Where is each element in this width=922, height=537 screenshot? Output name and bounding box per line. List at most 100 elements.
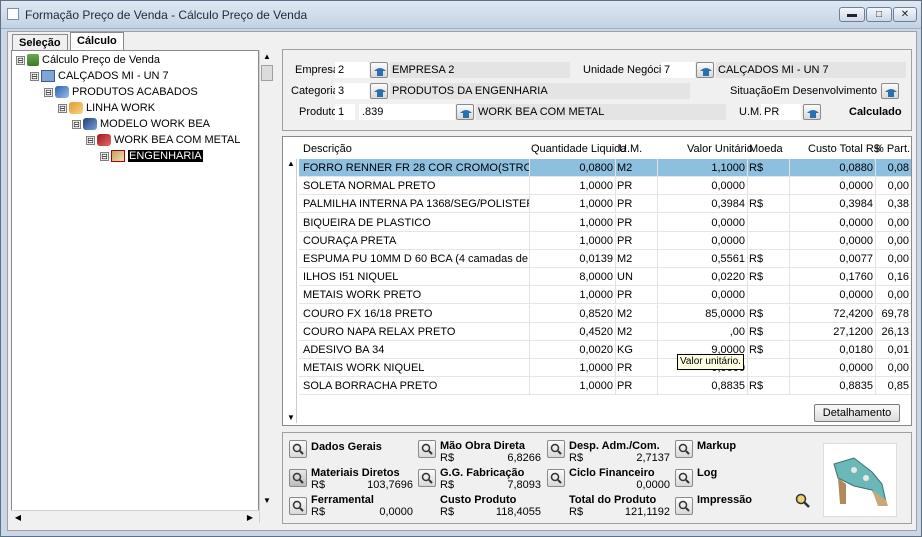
column-divider [657,177,658,196]
maximize-button[interactable]: □ [866,7,892,22]
shoe-icon [55,86,69,99]
empresa-code-input[interactable]: 2 [335,62,369,78]
table-row[interactable]: METAIS WORK NIQUEL1,0000PR0,00000,00000,… [299,359,911,378]
detalhamento-button[interactable]: Detalhamento [814,404,900,422]
tree-node-work-bea[interactable]: ⊟ WORK BEA COM METAL [86,133,240,148]
table-row[interactable]: ILHOS I51 NIQUEL 8,0000 UN 0,0220 R$ 0,1760 0,… [299,268,911,287]
empresa-lookup-button[interactable] [370,62,388,78]
main-window: Formação Preço de Venda - Cálculo Preço … [0,0,922,537]
row-scrollbar[interactable]: ▲ ▼ [287,159,297,423]
column-divider [529,322,530,341]
scroll-down-icon[interactable]: ▼ [287,413,295,422]
table-row[interactable]: COURO NAPA RELAX PRETO 0,4520 M2 ,00 R$ 27,12… [299,322,911,341]
scroll-thumb[interactable] [261,65,273,81]
window-title: Formação Preço de Venda - Cálculo Preço … [25,8,308,22]
table-row[interactable]: PALMILHA INTERNA PA 1368/SEG/POLISTEP(PL… [299,195,911,214]
col-header-valor-unitario[interactable]: Valor Unitário [687,143,753,155]
markup-magnifier-button[interactable] [675,440,693,458]
cell-um: PR [617,362,633,375]
tree-node-engenharia[interactable]: ⊟ ENGENHARIA [100,149,203,164]
table-row[interactable]: METAIS WORK PRETO 1,0000 PR 0,0000 0,0000 0,0… [299,286,911,305]
tree-vertical-scrollbar[interactable]: ▲ ▼ [259,50,274,523]
collapse-icon[interactable]: ⊟ [16,55,25,65]
table-row[interactable]: COURAÇA PRETA 1,0000 PR 0,0000 0,0000 0,00 [299,231,911,250]
cell-part: 69,78 [881,307,909,320]
cell-descricao: BIQUEIRA DE PLASTICO [303,216,431,229]
um-lookup-button[interactable] [803,104,821,120]
cell-valor-unitario: 0,0220 [711,271,745,284]
cell-part: 0,00 [887,180,909,193]
table-row[interactable]: ADESIVO BA 34 0,0020 KG 9,0000 R$ 0,0180 0,01 [299,341,911,359]
column-divider [747,213,748,232]
cell-quantidade: 1,0000 [579,234,613,247]
categoria-lookup-button[interactable] [370,83,388,99]
summary-panel: Dados Gerais Mão Obra Direta R$ 6,8266 D… [282,432,912,524]
tree-node-unidade[interactable]: ⊟ CALÇADOS MI - UN 7 [30,69,169,84]
scroll-left-icon[interactable]: ◀ [11,511,25,525]
ciclo-magnifier-button[interactable] [547,469,565,487]
collapse-icon[interactable]: ⊟ [30,71,39,81]
tree-node-linha[interactable]: ⊟ LINHA WORK [58,101,155,116]
unidade-lookup-button[interactable] [696,62,714,78]
desp-adm-magnifier-button[interactable] [547,440,565,458]
materiais-magnifier-button[interactable] [289,469,307,487]
tree-node-produtos[interactable]: ⊟ PRODUTOS ACABADOS [44,85,198,100]
table-row[interactable]: COURO FX 16/18 PRETO 0,8520 M2 85,0000 R$ 72,… [299,304,911,323]
col-header-descricao[interactable]: Descrição [303,143,352,155]
cell-part: 0,00 [887,234,909,247]
scroll-down-icon[interactable]: ▼ [260,494,274,508]
tree-node-modelo[interactable]: ⊟ MODELO WORK BEA [72,117,210,132]
tab-calculo[interactable]: Cálculo [70,32,124,52]
materiais-label: Materiais Diretos [311,467,400,479]
col-header-part[interactable]: % Part. [874,143,910,155]
unidade-code-input[interactable]: 7 [661,62,695,78]
table-row[interactable]: SOLETA NORMAL PRETO 1,0000 PR 0,0000 0,0000 0… [299,177,911,196]
tree-node-calculo[interactable]: ⊟ Cálculo Preço de Venda [16,53,160,68]
log-magnifier-button[interactable] [675,469,693,487]
gg-fab-magnifier-button[interactable] [418,469,436,487]
mao-obra-magnifier-button[interactable] [418,440,436,458]
table-row[interactable]: SOLA BORRACHA PRETO 1,0000 PR 0,8835 R$ 0,883… [299,377,911,396]
table-row[interactable]: FORRO RENNER FR 28 COR CROMO(STROFLEX...… [299,159,911,177]
collapse-icon[interactable]: ⊟ [44,87,53,97]
dados-gerais-magnifier-button[interactable] [289,440,307,458]
building-icon [41,70,55,83]
column-divider [615,250,616,268]
scroll-up-icon[interactable]: ▲ [260,50,274,64]
situacao-lookup-button[interactable] [881,83,899,99]
close-button[interactable]: ✕ [893,7,917,22]
collapse-icon[interactable]: ⊟ [58,103,67,113]
table-row[interactable]: ESPUMA PU 10MM D 60 BCA (4 camadas de 5m… [299,250,911,268]
scroll-up-icon[interactable]: ▲ [287,159,295,168]
sandal-icon [833,457,888,506]
collapse-icon[interactable]: ⊟ [86,135,95,145]
col-header-quantidade[interactable]: Quantidade Liquida [531,143,626,155]
lookup-arrow-icon [374,68,386,76]
cell-custo-total: 0,0000 [839,362,873,375]
markup-label: Markup [697,440,737,452]
collapse-icon[interactable]: ⊟ [72,119,81,129]
print-preview-button[interactable] [793,491,811,509]
collapse-icon[interactable]: ⊟ [100,151,109,161]
col-header-um[interactable]: U.M. [619,143,642,155]
ferramental-magnifier-button[interactable] [289,497,307,515]
table-row[interactable]: BIQUEIRA DE PLASTICO 1,0000 PR 0,0000 0,0000… [299,213,911,232]
categoria-code-input[interactable]: 3 [335,83,369,99]
col-header-moeda[interactable]: Moeda [749,143,783,155]
column-divider [789,377,790,396]
column-divider [529,304,530,323]
produto-lookup-button[interactable] [456,104,474,120]
produto-code-input[interactable]: 1 [335,104,355,120]
column-divider [657,231,658,250]
unidade-name: CALÇADOS MI - UN 7 [716,62,906,78]
minimize-button[interactable]: ▬ [839,7,865,22]
tree-horizontal-scrollbar[interactable]: ◀ ▶ [11,510,259,524]
column-divider [657,304,658,323]
col-header-custo-total[interactable]: Custo Total R$ [808,143,880,155]
impressao-magnifier-button[interactable] [675,497,693,515]
categoria-label: Categoria [291,85,339,97]
produto-ref-input[interactable]: .839 [359,104,455,120]
um-input[interactable]: PR [761,104,801,120]
cell-descricao: METAIS WORK PRETO [303,289,422,302]
scroll-right-icon[interactable]: ▶ [243,511,257,525]
